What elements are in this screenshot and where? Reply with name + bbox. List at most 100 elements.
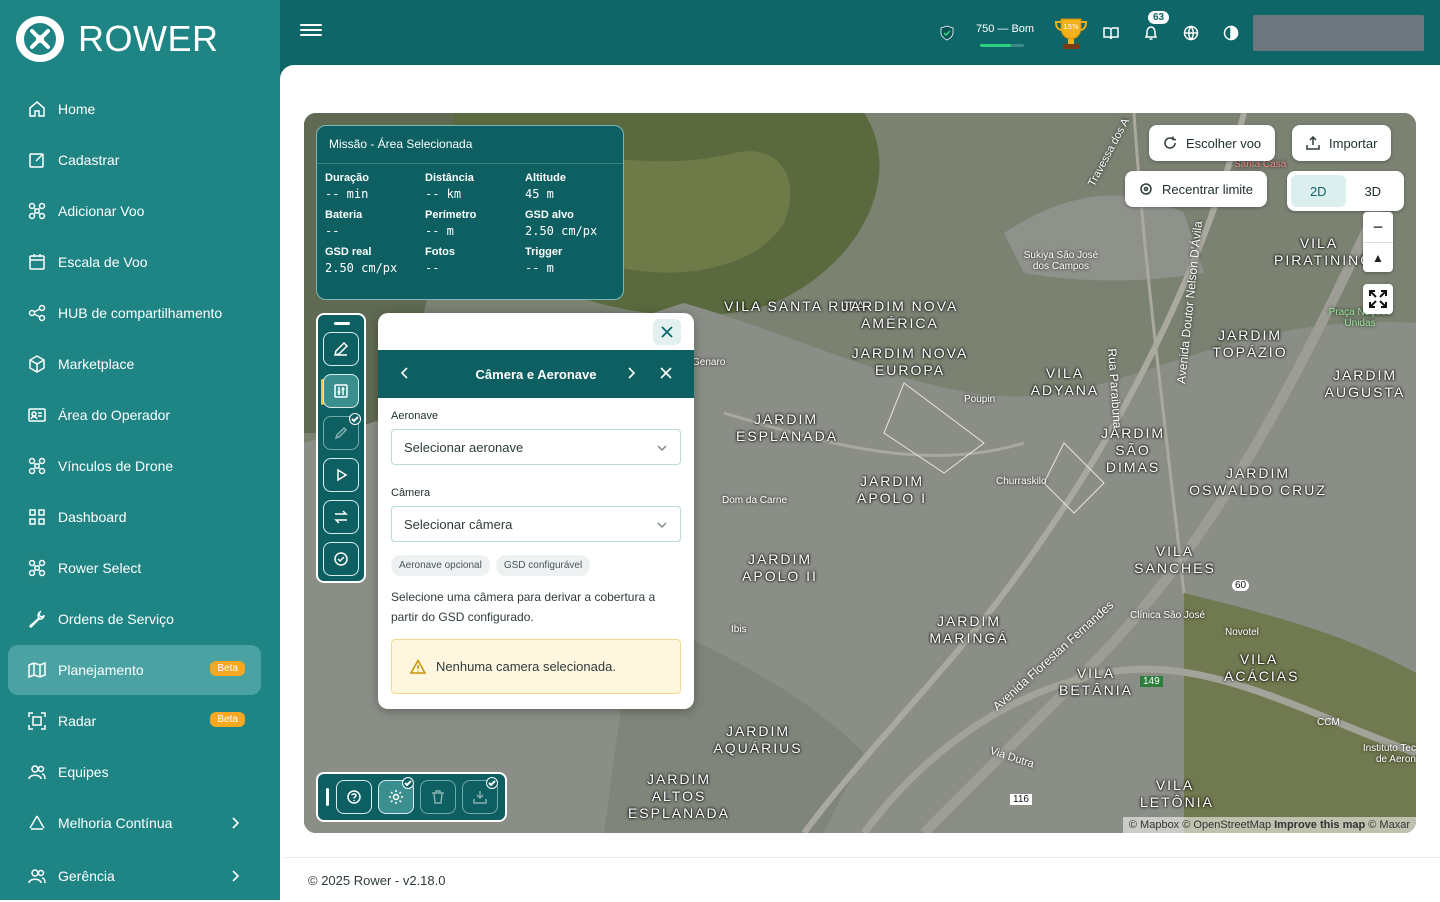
mission-stat: Trigger -- m: [525, 246, 625, 275]
mission-stat: Fotos --: [425, 246, 525, 275]
toolbar-drag-handle[interactable]: [334, 322, 350, 325]
mission-stat-value: 45 m: [525, 187, 554, 201]
previous-step-button[interactable]: [398, 366, 412, 380]
view-2d-button[interactable]: 2D: [1291, 175, 1346, 207]
map-poi-label[interactable]: Instituto Tec de Aeron: [1354, 743, 1416, 765]
sidebar-item-rower-select[interactable]: Rower Select: [8, 543, 261, 593]
sidebar-item-melhoria-continua[interactable]: Melhoria Contínua: [8, 798, 261, 848]
map-neighborhood-label: JARDIM MARINGÁ: [929, 613, 1009, 646]
map-poi-label[interactable]: CCM: [1317, 717, 1340, 728]
choose-flight-button[interactable]: Escolher voo: [1149, 125, 1276, 161]
map-poi-label[interactable]: Novotel: [1225, 627, 1259, 638]
no-camera-warning: Nenhuma camera selecionada.: [391, 639, 681, 694]
map-poi-label[interactable]: Ibis: [731, 624, 747, 635]
maxar-credit[interactable]: © Maxar: [1368, 819, 1410, 831]
download-tray-icon: [473, 791, 487, 804]
aircraft-select-value: Selecionar aeronave: [404, 439, 524, 455]
check-icon: [486, 777, 498, 789]
draw-tool-button[interactable]: [323, 332, 359, 366]
sidebar-item-planejamento[interactable]: Planejamento Beta: [8, 645, 261, 695]
confirm-mission-button[interactable]: [323, 542, 359, 576]
map-poi-label[interactable]: Poupin: [964, 394, 995, 405]
sidebar-item-area-do-operador[interactable]: Área do Operador: [8, 390, 261, 440]
sidebar-item-escala-de-voo[interactable]: Escala de Voo: [8, 237, 261, 287]
map-poi-label[interactable]: Genaro: [692, 357, 725, 368]
wrench-icon: [28, 610, 46, 628]
view-3d-button[interactable]: 3D: [1346, 175, 1401, 207]
trophy-icon[interactable]: 15%: [1052, 14, 1090, 52]
check-icon: [349, 413, 361, 425]
camera-aircraft-tool-button[interactable]: [323, 374, 359, 408]
map-icon: [28, 661, 46, 679]
sidebar-item-adicionar-voo[interactable]: Adicionar Voo: [8, 186, 261, 236]
fullscreen-button[interactable]: [1363, 284, 1393, 314]
close-header-button[interactable]: [659, 366, 673, 380]
map-neighborhood-label: JARDIM NOVA EUROPA: [851, 345, 969, 378]
grid-icon: [28, 508, 46, 526]
pencil-icon: [333, 341, 349, 357]
improve-map-link[interactable]: Improve this map: [1274, 819, 1365, 831]
pencil-icon: [334, 426, 348, 440]
toolbar-drag-handle[interactable]: [326, 788, 329, 806]
attribution-text[interactable]: © Mapbox © OpenStreetMap: [1129, 819, 1271, 831]
next-step-button[interactable]: [624, 366, 638, 380]
compass-button[interactable]: ▲: [1363, 242, 1393, 272]
user-profile-box[interactable]: [1253, 15, 1424, 51]
beta-badge: Beta: [210, 661, 245, 676]
theme-contrast-icon[interactable]: [1223, 25, 1239, 41]
sidebar-item-label: Área do Operador: [58, 407, 171, 423]
import-button[interactable]: Importar: [1292, 125, 1392, 161]
calendar-icon: [28, 253, 46, 271]
help-button[interactable]: [336, 780, 372, 814]
sidebar-item-label: Rower Select: [58, 560, 142, 576]
map-poi-label[interactable]: Sukiya São José dos Campos: [1016, 250, 1106, 272]
map-poi-label[interactable]: Churraskilo: [996, 476, 1047, 487]
panel-body: Aeronave Selecionar aeronave Câmera Sele…: [391, 410, 681, 694]
map-neighborhood-label: JARDIM SÃO DIMAS: [1100, 425, 1166, 475]
zoom-controls: − ▲: [1363, 212, 1393, 272]
close-panel-button[interactable]: [653, 319, 681, 345]
sidebar-item-radar[interactable]: Radar Beta: [8, 696, 261, 746]
chevron-down-icon: [656, 442, 668, 454]
sidebar-item-ordens-de-servico[interactable]: Ordens de Serviço: [8, 594, 261, 644]
sidebar-item-dashboard[interactable]: Dashboard: [8, 492, 261, 542]
camera-description: Selecione uma câmera para derivar a cobe…: [391, 590, 656, 624]
mission-summary-panel: Missão - Área Selecionada Duração -- min D…: [316, 125, 624, 300]
scan-icon: [28, 712, 46, 730]
settings-sliders-icon: [334, 384, 348, 398]
mission-stat-label: Perímetro: [425, 209, 477, 221]
swap-direction-button[interactable]: [323, 500, 359, 534]
sidebar-item-home[interactable]: Home: [8, 84, 261, 134]
aircraft-select[interactable]: Selecionar aeronave: [391, 429, 681, 465]
sidebar-item-hub[interactable]: HUB de compartilhamento: [8, 288, 261, 338]
hamburger-menu-button[interactable]: [300, 21, 322, 43]
map-neighborhood-label: VILA SANCHES: [1134, 543, 1216, 576]
score-text[interactable]: 750 — Bom: [976, 23, 1034, 35]
sidebar-item-gerencia[interactable]: Gerência: [8, 851, 261, 901]
map-neighborhood-label: VILA BETÂNIA: [1059, 665, 1133, 698]
camera-select[interactable]: Selecionar câmera: [391, 506, 681, 542]
bell-icon[interactable]: [1143, 25, 1159, 41]
brand[interactable]: ROWER: [16, 16, 219, 62]
map-poi-label[interactable]: Dom da Carne: [722, 495, 787, 506]
sidebar-item-vinculos-de-drone[interactable]: Vínculos de Drone: [8, 441, 261, 491]
simulate-button[interactable]: [323, 458, 359, 492]
sidebar-item-label: Cadastrar: [58, 152, 120, 168]
globe-icon[interactable]: [1183, 25, 1199, 41]
delete-button[interactable]: [420, 780, 456, 814]
book-icon[interactable]: [1103, 25, 1119, 41]
sidebar-item-equipes[interactable]: Equipes: [8, 747, 261, 797]
sidebar-item-label: Vínculos de Drone: [58, 458, 174, 474]
mission-stat: Duração -- min: [325, 172, 425, 201]
sidebar-item-cadastrar[interactable]: Cadastrar: [8, 135, 261, 185]
sidebar-item-marketplace[interactable]: Marketplace: [8, 339, 261, 389]
recenter-boundary-button[interactable]: Recentrar limite: [1125, 171, 1268, 207]
brand-name: ROWER: [78, 18, 219, 59]
share-icon: [28, 304, 46, 322]
mission-stat-value: -- m: [425, 224, 454, 238]
sidebar-item-label: Gerência: [58, 868, 115, 884]
beta-badge: Beta: [210, 712, 245, 727]
map-neighborhood-label: JARDIM OSWALDO CRUZ: [1189, 465, 1327, 498]
map-poi-label[interactable]: Clínica São José: [1130, 610, 1205, 621]
zoom-out-button[interactable]: −: [1363, 212, 1393, 242]
